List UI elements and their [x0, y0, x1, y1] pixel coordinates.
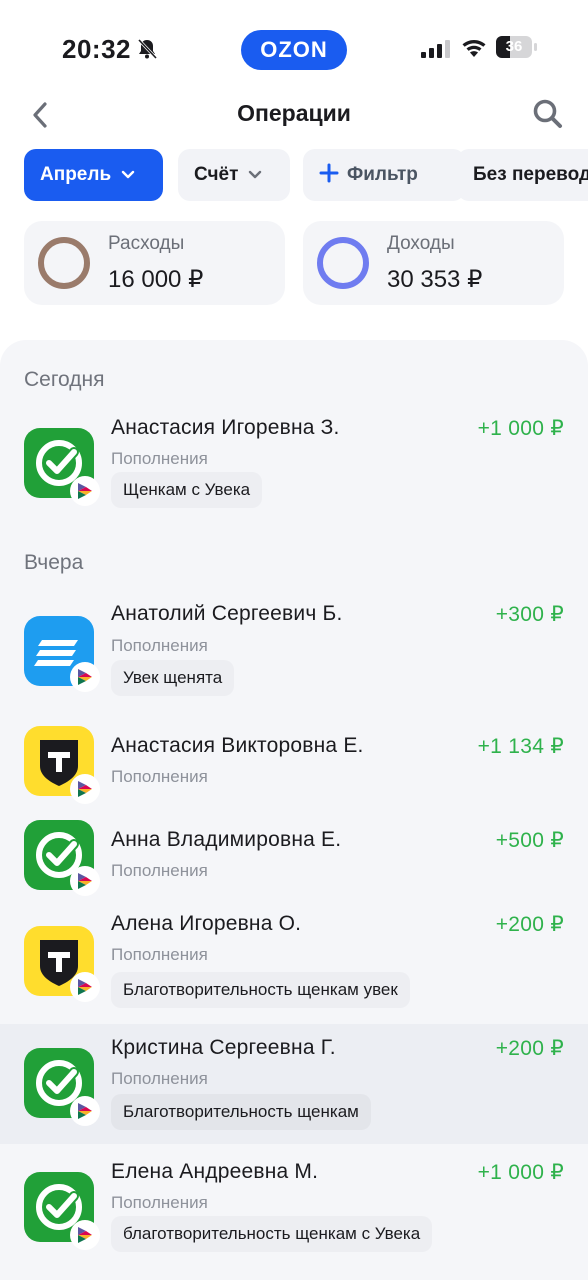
income-label: Доходы [387, 233, 455, 254]
operation-category: Пополнения [111, 945, 208, 964]
operation-amount: +200 ₽ [495, 913, 564, 936]
account-filter-label: Счёт [194, 164, 239, 185]
operation-comment: Благотворительность щенкам увек [111, 972, 410, 1008]
operation-row[interactable]: Анна Владимировна Е. +500 ₽ Пополнения [0, 818, 588, 908]
operation-amount: +300 ₽ [495, 603, 564, 626]
expenses-card[interactable]: Расходы 16 000 ₽ [24, 221, 285, 305]
header: Операции [0, 90, 588, 140]
sbp-icon [70, 866, 100, 896]
status-time: 20:32 [62, 34, 131, 64]
operation-name: Кристина Сергеевна Г. [111, 1036, 336, 1059]
operation-row[interactable]: Анастасия Игоревна З. +1 000 ₽ Пополнени… [0, 404, 588, 522]
sbp-icon [70, 1096, 100, 1126]
operation-category: Пополнения [111, 636, 208, 655]
page-title: Операции [237, 100, 351, 126]
chevron-down-icon [249, 170, 262, 179]
income-value: 30 353 ₽ [387, 266, 483, 293]
operation-name: Анна Владимировна Е. [111, 828, 342, 851]
operation-name: Анастасия Викторовна Е. [111, 734, 364, 757]
operation-row[interactable]: Елена Андреевна М. +1 000 ₽ Пополнения б… [0, 1148, 588, 1266]
sbp-icon [70, 476, 100, 506]
add-filter-label: Фильтр [347, 164, 418, 185]
section-yesterday: Вчера [24, 551, 84, 574]
operation-comment: Щенкам с Увека [111, 472, 263, 508]
income-ring-icon [317, 237, 369, 289]
operation-amount: +1 000 ₽ [477, 1161, 564, 1184]
plus-icon [319, 163, 339, 183]
expenses-value: 16 000 ₽ [108, 266, 204, 293]
signal-icon [421, 40, 450, 58]
operation-name: Анатолий Сергеевич Б. [111, 602, 343, 625]
operation-category: Пополнения [111, 449, 208, 468]
operation-name: Елена Андреевна М. [111, 1160, 319, 1183]
operation-name: Анастасия Игоревна З. [111, 416, 340, 439]
operation-row[interactable]: Алена Игоревна О. +200 ₽ Пополнения Благ… [0, 902, 588, 1020]
no-transfers-chip[interactable]: Без перевод [457, 149, 588, 201]
status-bar: 20:32 OZON 36 [0, 0, 588, 96]
add-filter-chip[interactable]: Фильтр [303, 149, 465, 201]
operation-comment: Благотворительность щенкам [111, 1094, 371, 1130]
expenses-ring-icon [38, 237, 90, 289]
sbp-icon [70, 1220, 100, 1250]
operation-category: Пополнения [111, 1193, 208, 1212]
operation-row[interactable]: Анатолий Сергеевич Б. +300 ₽ Пополнения … [0, 592, 588, 706]
account-filter-chip[interactable]: Счёт [178, 149, 290, 201]
battery-icon: 36 [496, 36, 538, 58]
ozon-logo: OZON [241, 30, 347, 70]
wifi-icon [462, 40, 486, 57]
expenses-label: Расходы [108, 233, 185, 254]
section-today: Сегодня [24, 368, 105, 391]
month-filter-chip[interactable]: Апрель [24, 149, 163, 201]
bell-muted-icon [137, 38, 158, 60]
operation-category: Пополнения [111, 767, 208, 786]
operation-amount: +1 000 ₽ [477, 417, 564, 440]
no-transfers-label: Без перевод [473, 164, 588, 185]
income-card[interactable]: Доходы 30 353 ₽ [303, 221, 564, 305]
search-icon[interactable] [532, 98, 564, 130]
operation-amount: +200 ₽ [495, 1037, 564, 1060]
battery-level: 36 [505, 38, 523, 55]
sbp-icon [70, 972, 100, 1002]
operation-row[interactable]: Анастасия Викторовна Е. +1 134 ₽ Пополне… [0, 724, 588, 814]
chevron-down-icon [121, 170, 135, 179]
operation-comment: благотворительность щенкам с Увека [111, 1216, 433, 1252]
sbp-icon [70, 774, 100, 804]
operation-comment: Увек щенята [111, 660, 235, 696]
month-filter-label: Апрель [40, 164, 112, 185]
operation-amount: +1 134 ₽ [477, 735, 564, 758]
operation-category: Пополнения [111, 1069, 208, 1088]
operation-category: Пополнения [111, 861, 208, 880]
operation-row[interactable]: Кристина Сергеевна Г. +200 ₽ Пополнения … [0, 1024, 588, 1144]
operation-name: Алена Игоревна О. [111, 912, 302, 935]
operation-amount: +500 ₽ [495, 829, 564, 852]
sbp-icon [70, 662, 100, 692]
